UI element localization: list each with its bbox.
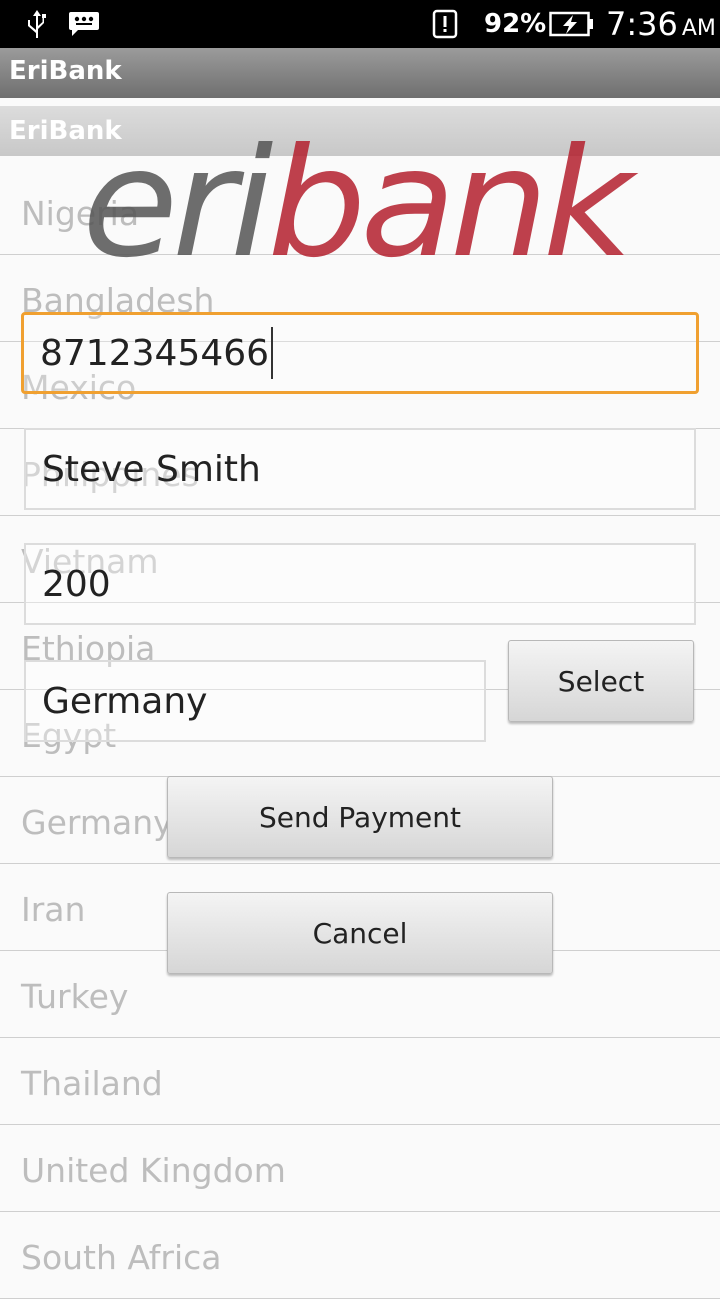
clock-ampm: AM — [681, 16, 716, 41]
country-label: Germany — [21, 803, 173, 842]
list-item[interactable]: South Africa — [0, 1212, 720, 1299]
country-label: Turkey — [21, 977, 129, 1016]
country-label: Thailand — [21, 1064, 163, 1103]
app-title: EriBank — [9, 56, 122, 86]
status-bar: 92% 7:36 AM — [0, 0, 720, 48]
logo-text-eri: eri — [82, 117, 273, 275]
select-button-label: Select — [557, 664, 645, 698]
alert-icon — [432, 9, 458, 39]
action-bar: EriBank — [0, 48, 720, 98]
country-label: South Africa — [21, 1238, 222, 1277]
select-button[interactable]: Select — [508, 640, 694, 722]
country-label: United Kingdom — [21, 1151, 286, 1190]
list-item[interactable]: United Kingdom — [0, 1125, 720, 1212]
chat-notification-icon — [69, 12, 99, 36]
text-caret — [271, 327, 274, 379]
logo-text: eribank — [82, 117, 639, 275]
phone-input[interactable]: 8712345466 — [21, 312, 699, 394]
battery-percent: 92% — [484, 9, 547, 39]
country-label: Iran — [21, 890, 86, 929]
list-item[interactable]: Thailand — [0, 1038, 720, 1125]
clock-time: 7:36 — [606, 5, 678, 43]
cancel-button[interactable]: Cancel — [167, 892, 553, 974]
amount-input-value: 200 — [42, 563, 111, 605]
clock: 7:36 AM — [606, 4, 716, 49]
amount-input[interactable]: 200 — [24, 543, 696, 625]
phone-input-value: 8712345466 — [40, 332, 270, 374]
country-input[interactable]: Germany — [24, 660, 486, 742]
country-input-value: Germany — [42, 680, 208, 722]
logo-text-bank: bank — [267, 117, 638, 275]
send-payment-button[interactable]: Send Payment — [167, 776, 553, 858]
usb-icon — [28, 10, 46, 38]
name-input-value: Steve Smith — [42, 448, 261, 490]
battery-charging-icon — [549, 11, 593, 37]
eribank-logo: eribank — [82, 117, 642, 275]
name-input[interactable]: Steve Smith — [24, 428, 696, 510]
cancel-button-label: Cancel — [312, 916, 408, 950]
send-payment-label: Send Payment — [258, 800, 461, 834]
